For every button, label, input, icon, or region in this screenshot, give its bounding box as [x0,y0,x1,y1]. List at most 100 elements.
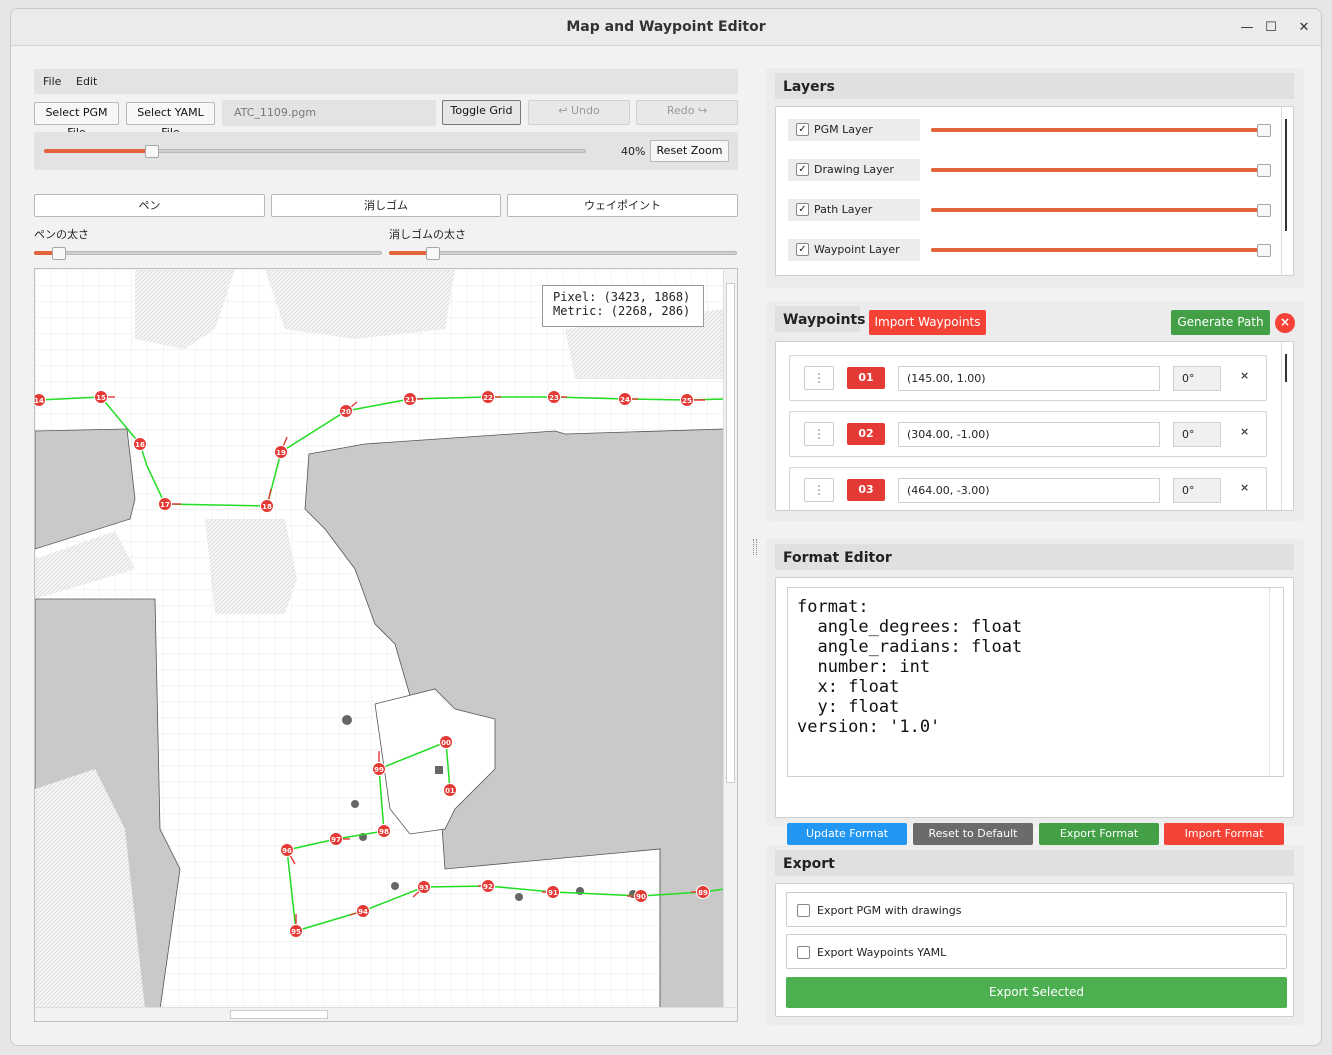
pen-size-track[interactable] [34,251,382,255]
drag-handle-icon[interactable]: ⋮ [804,478,834,502]
format-editor-box: format: angle_degrees: float angle_radia… [775,577,1294,845]
waypoint-angle-field[interactable]: 0° [1173,366,1221,391]
toggle-grid-button[interactable]: Toggle Grid [442,100,521,125]
waypoints-title: Waypoints [775,306,866,332]
pen-tool-button[interactable]: ペン [34,194,265,217]
delete-waypoint-icon[interactable]: × [1240,425,1249,438]
waypoint-coordinate-field[interactable]: (304.00, -1.00) [898,422,1160,447]
layer-row: ✓ Waypoint Layer [788,239,920,261]
waypoint-angle-field[interactable]: 0° [1173,478,1221,503]
map-waypoint-label: 95 [291,928,301,936]
waypoint-coordinate-field[interactable]: (145.00, 1.00) [898,366,1160,391]
delete-waypoint-icon[interactable]: × [1240,481,1249,494]
map-waypoint-label: 93 [419,884,429,892]
waypoint-list-scrollbar[interactable] [1281,342,1293,510]
map-vscroll-thumb[interactable] [726,283,735,783]
waypoint-coordinate-field[interactable]: (464.00, -3.00) [898,478,1160,503]
pen-size-label: ペンの太さ [34,228,89,241]
map-waypoint-label: 16 [135,441,145,449]
reset-format-button[interactable]: Reset to Default [913,823,1033,845]
map-waypoint-label: 23 [549,394,559,402]
close-window-icon[interactable]: ✕ [1294,18,1314,38]
layer-visibility-checkbox[interactable]: ✓ [796,123,809,136]
layers-scrollbar[interactable] [1281,107,1293,275]
map-waypoint-label: 20 [341,408,351,416]
waypoint-number: 02 [847,423,885,445]
map-waypoint-label: 01 [445,787,455,795]
pen-size-thumb[interactable] [52,247,66,260]
menu-file[interactable]: File [43,75,61,88]
layer-opacity-fill [931,168,1265,172]
waypoint-card: ⋮ 03 (464.00, -3.00) 0° × [789,467,1267,510]
minimize-icon[interactable]: — [1237,18,1257,38]
menu-edit[interactable]: Edit [76,75,97,88]
map-hscroll-thumb[interactable] [230,1010,328,1019]
layer-row: ✓ Path Layer [788,199,920,221]
eraser-tool-button[interactable]: 消しゴム [271,194,501,217]
format-text-area[interactable]: format: angle_degrees: float angle_radia… [787,587,1284,777]
app-window: Map and Waypoint Editor — ☐ ✕ File Edit … [10,8,1322,1046]
layers-title: Layers [775,73,1294,99]
zoom-slider-thumb[interactable] [145,145,159,158]
eraser-size-thumb[interactable] [426,247,440,260]
layer-visibility-checkbox[interactable]: ✓ [796,163,809,176]
map-waypoint-label: 18 [262,503,272,511]
waypoint-card: ⋮ 01 (145.00, 1.00) 0° × [789,355,1267,401]
export-yaml-label: Export Waypoints YAML [817,946,947,959]
pen-size-fill [34,251,54,255]
layer-visibility-checkbox[interactable]: ✓ [796,243,809,256]
map-vertical-scrollbar[interactable] [723,269,737,1009]
layer-opacity-thumb[interactable] [1257,204,1271,217]
clear-waypoints-icon[interactable]: × [1275,313,1295,333]
redo-button[interactable]: Redo ↪ [636,100,738,125]
map-horizontal-scrollbar[interactable] [35,1007,737,1021]
layer-row: ✓ Drawing Layer [788,159,920,181]
splitter-handle[interactable] [753,539,757,555]
map-canvas[interactable]: 14 15 16 17 18 19 20 21 22 23 24 25 00 01 99 98 97 96 95 94… [34,268,738,1022]
waypoint-card: ⋮ 02 (304.00, -1.00) 0° × [789,411,1267,457]
generate-path-button[interactable]: Generate Path [1171,310,1270,335]
map-waypoint-label: 19 [276,449,286,457]
layer-name: Drawing Layer [814,163,894,176]
drag-handle-icon[interactable]: ⋮ [804,422,834,446]
export-pgm-checkbox[interactable] [797,904,810,917]
map-waypoint-label: 14 [35,397,44,405]
map-waypoint-label: 91 [548,889,558,897]
export-yaml-option[interactable]: Export Waypoints YAML [786,934,1287,969]
select-yaml-button[interactable]: Select YAML File [126,102,215,139]
undo-button[interactable]: ↩ Undo [528,100,630,125]
waypoint-angle-field[interactable]: 0° [1173,422,1221,447]
import-format-button[interactable]: Import Format [1164,823,1284,845]
maximize-icon[interactable]: ☐ [1261,18,1281,38]
export-yaml-checkbox[interactable] [797,946,810,959]
export-selected-button[interactable]: Export Selected [786,977,1287,1008]
format-code-line: x: float [797,677,900,697]
layer-visibility-checkbox[interactable]: ✓ [796,203,809,216]
update-format-button[interactable]: Update Format [787,823,907,845]
waypoint-tool-button[interactable]: ウェイポイント [507,194,738,217]
layer-opacity-fill [931,208,1265,212]
format-code-line: angle_degrees: float [797,617,1023,637]
select-pgm-button[interactable]: Select PGM File [34,102,119,139]
eraser-size-fill [389,251,429,255]
map-waypoint-label: 15 [96,394,106,402]
map-image[interactable]: 14 15 16 17 18 19 20 21 22 23 24 25 00 01 99 98 97 96 95 94… [35,269,725,1009]
map-waypoint-label: 92 [483,883,493,891]
coordinate-tooltip: Pixel: (3423, 1868) Metric: (2268, 286) [542,285,704,327]
format-scrollbar[interactable] [1269,588,1283,776]
reset-zoom-button[interactable]: Reset Zoom [650,140,729,162]
drag-handle-icon[interactable]: ⋮ [804,366,834,390]
export-format-button[interactable]: Export Format [1039,823,1159,845]
tooltip-pixel: Pixel: (3423, 1868) [553,290,691,304]
delete-waypoint-icon[interactable]: × [1240,369,1249,382]
export-pgm-option[interactable]: Export PGM with drawings [786,892,1287,927]
layer-opacity-thumb[interactable] [1257,244,1271,257]
format-code-line: angle_radians: float [797,637,1023,657]
layer-opacity-thumb[interactable] [1257,124,1271,137]
layer-opacity-fill [931,128,1265,132]
import-waypoints-button[interactable]: Import Waypoints [869,310,986,335]
map-waypoint-label: 17 [160,501,170,509]
eraser-size-track[interactable] [389,251,737,255]
layer-opacity-fill [931,248,1265,252]
layer-opacity-thumb[interactable] [1257,164,1271,177]
